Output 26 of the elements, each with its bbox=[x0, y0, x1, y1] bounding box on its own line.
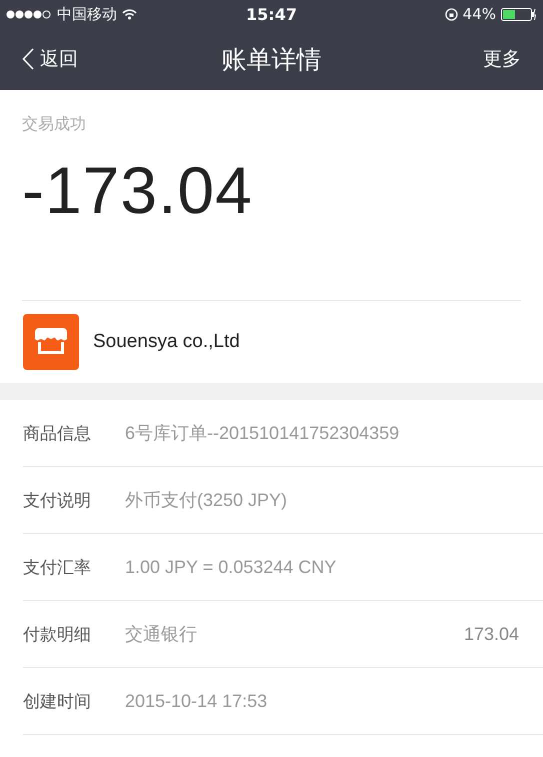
back-chevron-icon bbox=[22, 48, 34, 70]
more-button[interactable]: 更多 bbox=[482, 48, 521, 70]
detail-value: 6号库订单--201510141752304359 bbox=[125, 422, 400, 445]
shop-icon bbox=[23, 314, 79, 370]
detail-label: 商品信息 bbox=[23, 422, 92, 444]
battery-percent: 44% bbox=[462, 5, 496, 23]
detail-value: 1.00 JPY = 0.053244 CNY bbox=[125, 556, 338, 578]
payment-amount: 173.04 bbox=[464, 624, 519, 644]
detail-label: 支付汇率 bbox=[23, 556, 92, 578]
carrier-name: 中国移动 bbox=[57, 4, 117, 24]
detail-value: 外币支付(3250 JPY) bbox=[125, 489, 288, 512]
rotation-lock-icon bbox=[444, 8, 458, 20]
page-title: 账单详情 bbox=[220, 44, 322, 76]
detail-value: 2015-10-14 17:53 bbox=[125, 690, 268, 712]
status-time: 15:47 bbox=[246, 4, 297, 24]
detail-label: 创建时间 bbox=[23, 690, 92, 712]
signal-icon bbox=[6, 10, 52, 18]
merchant-name: Souensya co.,Ltd bbox=[93, 331, 240, 353]
transaction-amount: -173.04 bbox=[22, 157, 254, 223]
wifi-icon bbox=[122, 8, 137, 20]
battery-icon bbox=[501, 8, 537, 20]
back-button[interactable]: 返回 bbox=[22, 46, 188, 72]
transaction-status: 交易成功 bbox=[22, 114, 87, 135]
detail-label: 支付说明 bbox=[23, 490, 92, 512]
detail-value: 交通银行 bbox=[125, 623, 198, 646]
detail-label: 付款明细 bbox=[23, 624, 92, 646]
